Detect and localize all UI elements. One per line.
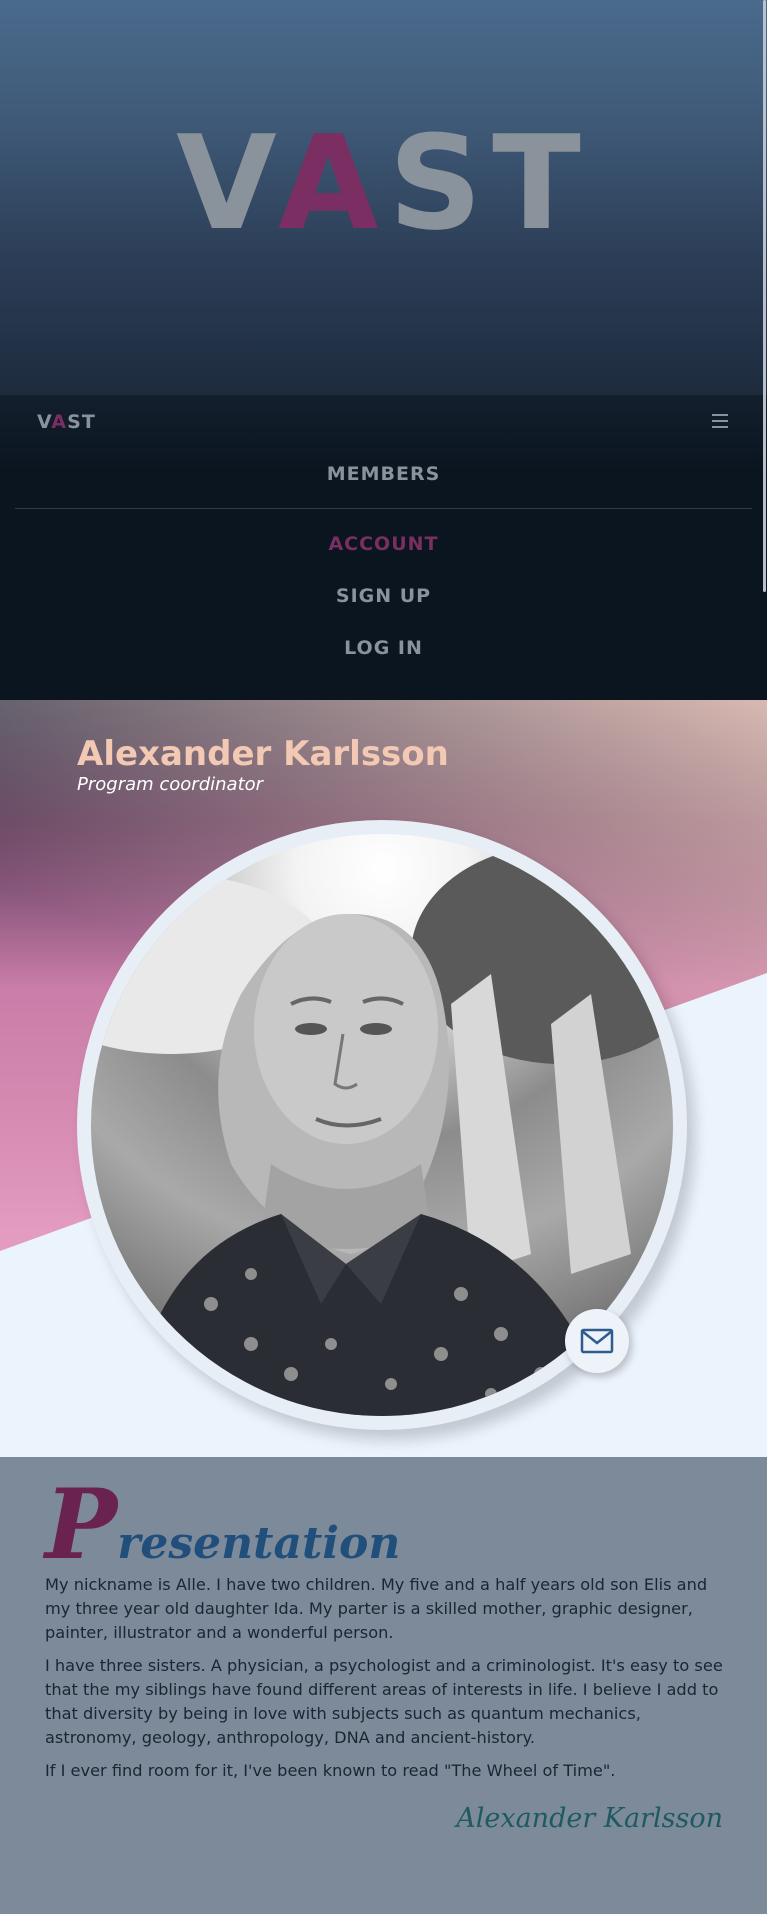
page-scrollbar[interactable] xyxy=(763,0,766,592)
presentation-paragraph: My nickname is Alle. I have two children… xyxy=(45,1575,708,1642)
hero-logo: VAST xyxy=(0,118,767,248)
nav-logo-accent-letter: A xyxy=(51,411,68,433)
presentation-body: My nickname is Alle. I have two children… xyxy=(45,1573,725,1792)
logo-letter: V xyxy=(176,107,278,259)
profile-section: Alexander Karlsson Program coordinator xyxy=(0,700,767,1457)
presentation-heading: Presentation xyxy=(45,1477,400,1573)
hamburger-icon[interactable] xyxy=(712,414,728,428)
presentation-title-rest: resentation xyxy=(117,1518,401,1569)
nav-logo[interactable]: VAST xyxy=(37,411,96,433)
presentation-section: Presentation My nickname is Alle. I have… xyxy=(0,1457,767,1914)
nav-item-sign-up[interactable]: SIGN UP xyxy=(0,585,767,607)
presentation-paragraph: I have three sisters. A physician, a psy… xyxy=(45,1656,723,1747)
envelope-icon xyxy=(580,1328,614,1354)
nav-item-account[interactable]: ACCOUNT xyxy=(0,533,767,555)
profile-role: Program coordinator xyxy=(77,774,264,795)
nav-item-members[interactable]: MEMBERS xyxy=(0,463,767,485)
logo-letters: ST xyxy=(388,107,591,259)
nav-divider xyxy=(15,508,752,509)
mail-button[interactable] xyxy=(565,1309,629,1373)
main-nav: VAST MEMBERS ACCOUNT SIGN UP LOG IN xyxy=(0,395,767,700)
signature: Alexander Karlsson xyxy=(456,1803,723,1834)
presentation-paragraph: If I ever find room for it, I've been kn… xyxy=(45,1761,616,1780)
nav-logo-letters: ST xyxy=(67,411,96,433)
presentation-initial: P xyxy=(45,1468,118,1581)
hero-banner: VAST xyxy=(0,0,767,395)
logo-accent-letter: A xyxy=(277,107,389,259)
nav-logo-letter: V xyxy=(37,411,52,433)
profile-name: Alexander Karlsson xyxy=(77,734,449,774)
nav-item-log-in[interactable]: LOG IN xyxy=(0,637,767,659)
